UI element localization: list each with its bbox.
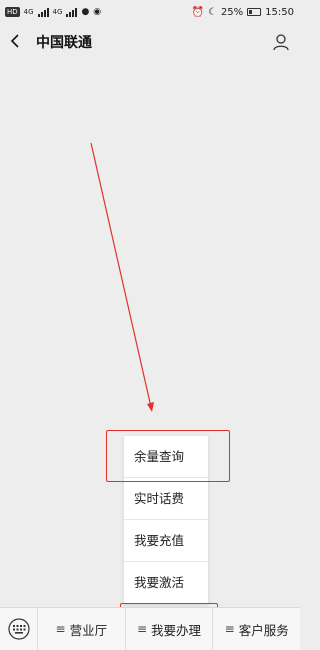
menu-lines-icon: ≡ bbox=[136, 622, 148, 636]
bottom-menu-bar: ≡ 营业厅 ≡ 我要办理 ≡ 客户服务 bbox=[0, 607, 300, 650]
keyboard-toggle[interactable] bbox=[0, 608, 38, 650]
menu-item-recharge[interactable]: 我要充值 bbox=[124, 520, 208, 562]
bottom-menu-label: 我要办理 bbox=[151, 622, 202, 638]
bottom-menu-business-hall[interactable]: ≡ 营业厅 bbox=[38, 608, 126, 650]
menu-lines-icon: ≡ bbox=[55, 622, 66, 636]
keyboard-icon bbox=[7, 618, 30, 640]
highlight-balance-query bbox=[106, 430, 230, 482]
menu-item-realtime-bill[interactable]: 实时话费 bbox=[124, 478, 208, 520]
menu-item-activate[interactable]: 我要激活 bbox=[124, 562, 208, 604]
bottom-menu-customer-service[interactable]: ≡ 客户服务 bbox=[213, 608, 300, 650]
menu-lines-icon: ≡ bbox=[224, 622, 235, 636]
bottom-menu-handle[interactable]: ≡ 我要办理 bbox=[126, 608, 214, 650]
bottom-menu-label: 客户服务 bbox=[238, 622, 289, 638]
bottom-menu-label: 营业厅 bbox=[69, 622, 108, 638]
